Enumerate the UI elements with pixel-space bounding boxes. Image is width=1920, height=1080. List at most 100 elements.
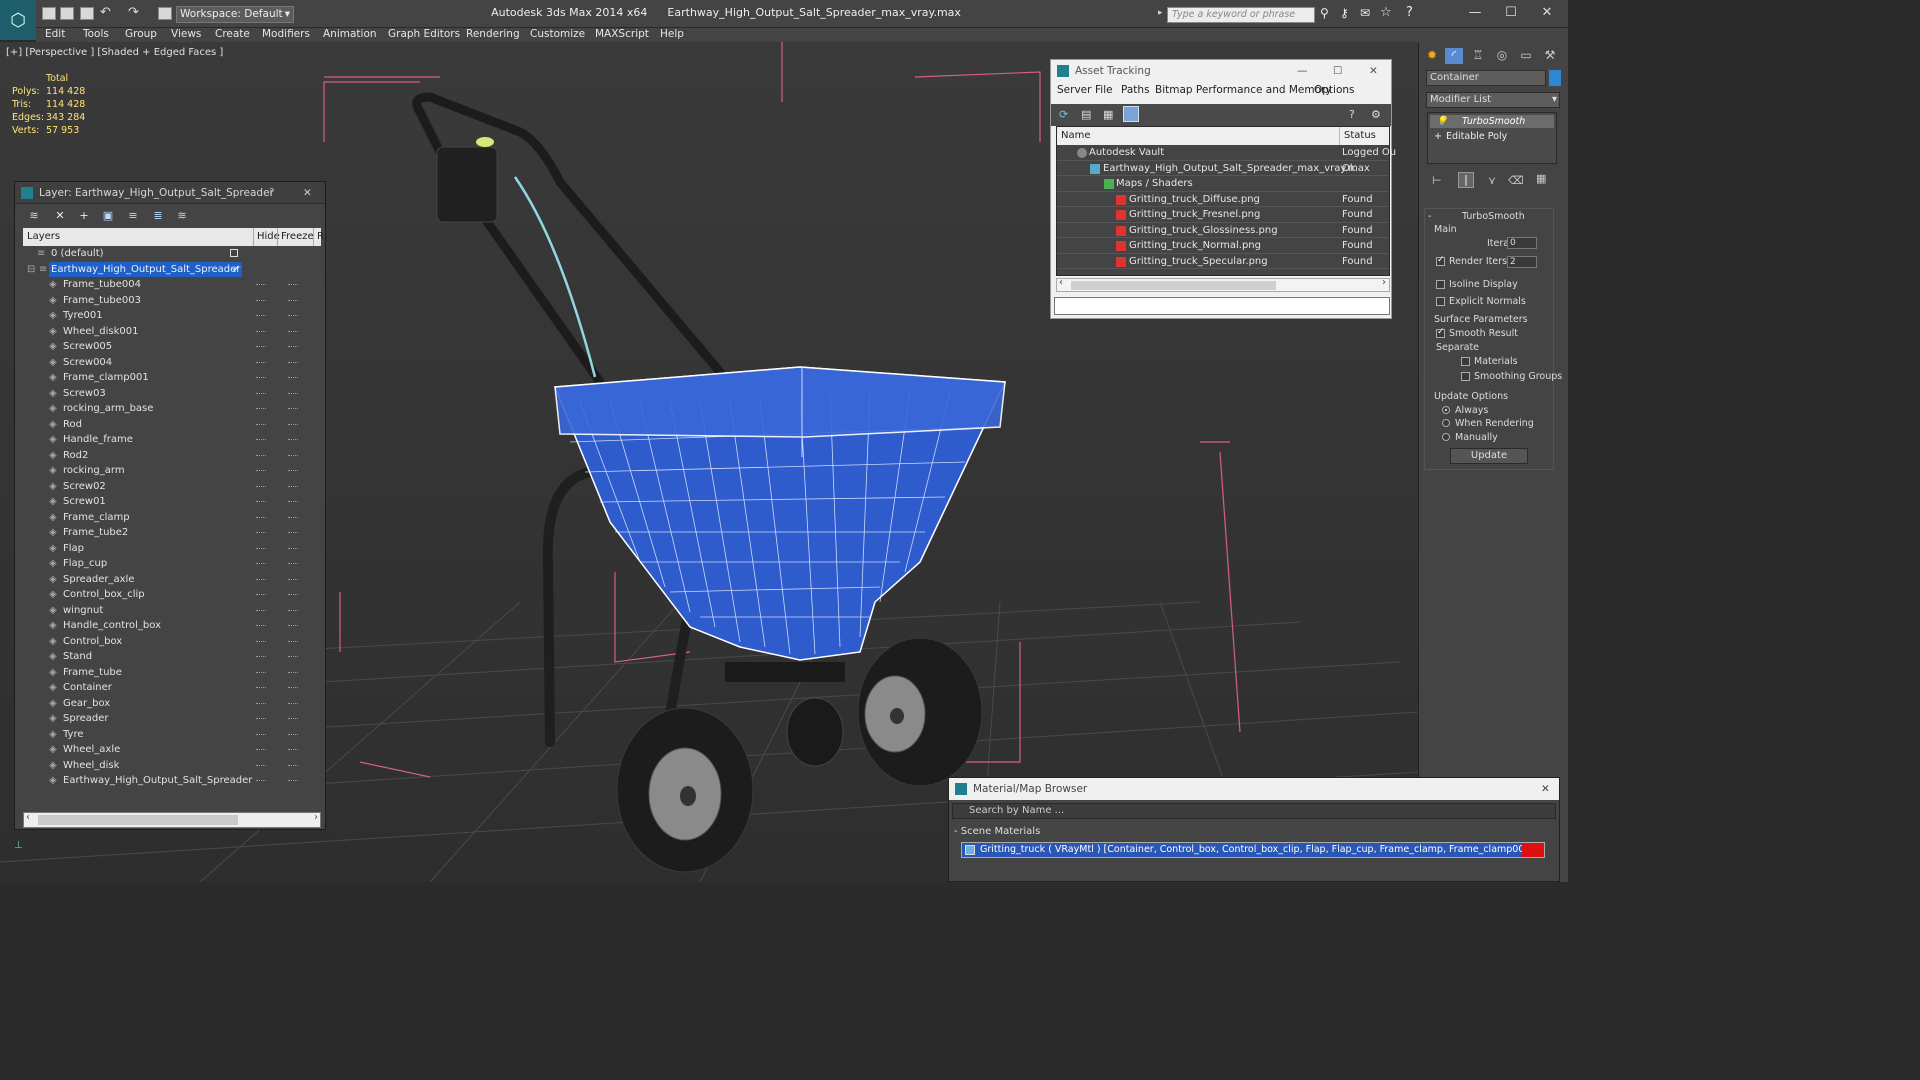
- layer-object-row[interactable]: ◈ Handle_control_box: [23, 618, 321, 634]
- smoothing-groups-checkbox[interactable]: [1461, 372, 1470, 381]
- layer-object-row[interactable]: ◈ Frame_tube003: [23, 293, 321, 309]
- modify-tab-icon[interactable]: ◜: [1445, 48, 1463, 64]
- layer-object-row[interactable]: ◈ Tyre001: [23, 308, 321, 324]
- freeze-toggle[interactable]: [288, 299, 298, 302]
- layers-icon[interactable]: ≋: [27, 210, 41, 222]
- asset-row-max-file[interactable]: Earthway_High_Output_Salt_Spreader_max_v…: [1057, 161, 1389, 176]
- layer-object-row[interactable]: ◈ Control_box_clip: [23, 587, 321, 603]
- freeze-toggle[interactable]: [288, 392, 298, 395]
- asset-row-map[interactable]: Gritting_truck_Fresnel.png Found: [1057, 207, 1389, 223]
- layer-object-row[interactable]: ◈ Wheel_disk001: [23, 324, 321, 340]
- freeze-toggle[interactable]: [288, 516, 298, 519]
- freeze-toggle[interactable]: [288, 315, 298, 317]
- hide-toggle[interactable]: [256, 687, 266, 689]
- layer-object-row[interactable]: ◈ Tyre: [23, 727, 321, 743]
- materials-checkbox[interactable]: [1461, 357, 1470, 366]
- checkmark-icon[interactable]: ✓: [230, 262, 242, 278]
- asset-row-map[interactable]: Gritting_truck_Normal.png Found: [1057, 238, 1389, 254]
- smooth-result-checkbox[interactable]: [1436, 327, 1445, 338]
- layer-horizontal-scrollbar[interactable]: ‹ ›: [23, 812, 321, 828]
- communication-icon[interactable]: ✉: [1360, 6, 1370, 20]
- motion-tab-icon[interactable]: ◎: [1493, 48, 1511, 64]
- asset-panel-titlebar[interactable]: Asset Tracking — ☐ ✕: [1051, 60, 1391, 82]
- hide-toggle[interactable]: [256, 392, 266, 395]
- modifier-list-dropdown[interactable]: Modifier List ▾: [1426, 92, 1560, 108]
- render-iters-spinner[interactable]: 2: [1507, 256, 1537, 268]
- hide-toggle[interactable]: [256, 330, 266, 333]
- material-item[interactable]: Gritting_truck ( VRayMtl ) [Container, C…: [961, 842, 1545, 858]
- hide-toggle[interactable]: [256, 563, 266, 565]
- layer-object-row[interactable]: ◈ Control_box: [23, 634, 321, 650]
- hide-toggle[interactable]: [256, 346, 266, 348]
- stack-item-turbosmooth[interactable]: 💡 TurboSmooth: [1430, 115, 1554, 128]
- freeze-toggle[interactable]: [288, 377, 298, 379]
- hierarchy-tab-icon[interactable]: ♖: [1469, 48, 1487, 64]
- asset-horizontal-scrollbar[interactable]: ‹ ›: [1056, 277, 1390, 292]
- make-unique-icon[interactable]: ⋎: [1488, 174, 1496, 187]
- scroll-left-icon[interactable]: ‹: [1059, 277, 1063, 288]
- hide-toggle[interactable]: [256, 764, 266, 767]
- menu-graph-editors[interactable]: Graph Editors: [388, 28, 460, 40]
- freeze-toggle[interactable]: [288, 330, 298, 333]
- hide-toggle[interactable]: [256, 749, 266, 751]
- object-name-field[interactable]: Container: [1426, 70, 1546, 86]
- hide-toggle[interactable]: [256, 656, 266, 658]
- hide-toggle[interactable]: [256, 284, 266, 286]
- layer-object-row[interactable]: ◈ Wheel_disk: [23, 758, 321, 774]
- asset-row-map[interactable]: Gritting_truck_Glossiness.png Found: [1057, 223, 1389, 238]
- expand-icon[interactable]: +: [1434, 130, 1442, 143]
- hide-toggle[interactable]: [256, 671, 266, 674]
- freeze-toggle[interactable]: [288, 501, 298, 503]
- show-end-result-icon[interactable]: |: [1458, 172, 1474, 188]
- freeze-toggle[interactable]: [288, 764, 298, 767]
- when-rendering-radio[interactable]: [1442, 419, 1450, 427]
- scroll-right-icon[interactable]: ›: [314, 812, 318, 823]
- menu-bitmap-performance[interactable]: Bitmap Performance and Memory: [1155, 84, 1332, 96]
- col-render[interactable]: R: [313, 228, 324, 246]
- new-layer-icon[interactable]: +: [77, 210, 91, 222]
- layer-panel-titlebar[interactable]: Layer: Earthway_High_Output_Salt_Spreade…: [15, 182, 325, 204]
- layer-object-row[interactable]: ◈ Frame_clamp: [23, 510, 321, 526]
- hide-toggle[interactable]: [256, 702, 266, 705]
- layer-object-row[interactable]: ◈ Earthway_High_Output_Salt_Spreader: [23, 773, 321, 789]
- freeze-toggle[interactable]: [288, 470, 298, 472]
- scene-materials-group[interactable]: - Scene Materials: [954, 826, 1554, 840]
- layer-object-row[interactable]: ◈ Container: [23, 680, 321, 696]
- hide-toggle[interactable]: [256, 594, 266, 596]
- hide-toggle[interactable]: [256, 361, 266, 364]
- asset-row-vault[interactable]: Autodesk Vault Logged Ou: [1057, 145, 1396, 161]
- help-icon[interactable]: ?: [1349, 108, 1355, 121]
- col-name[interactable]: Name: [1061, 127, 1091, 145]
- freeze-toggle[interactable]: [288, 718, 298, 720]
- favorites-icon[interactable]: ☆: [1380, 5, 1392, 20]
- refresh-icon[interactable]: ⟳: [1059, 108, 1068, 121]
- help-icon[interactable]: ?: [269, 182, 275, 204]
- close-icon[interactable]: ✕: [1369, 60, 1378, 82]
- layer-object-row[interactable]: ◈ Gear_box: [23, 696, 321, 712]
- stack-item-editable-poly[interactable]: + Editable Poly: [1430, 130, 1554, 143]
- freeze-toggle[interactable]: [288, 780, 298, 782]
- layer-object-row[interactable]: ◈ Spreader: [23, 711, 321, 727]
- layer-object-row[interactable]: ◈ Frame_clamp001: [23, 370, 321, 386]
- list-view-icon[interactable]: ▤: [1081, 108, 1091, 121]
- freeze-toggle[interactable]: [288, 578, 298, 581]
- minimize-button[interactable]: —: [1460, 3, 1490, 23]
- menu-views[interactable]: Views: [171, 28, 201, 40]
- layer-row-active[interactable]: ⊟ ≡ Earthway_High_Output_Salt_Spreader ✓: [23, 261, 321, 278]
- menu-group[interactable]: Group: [125, 28, 157, 40]
- hide-toggle[interactable]: [256, 501, 266, 503]
- context-help-icon[interactable]: ⚙: [1371, 108, 1381, 121]
- hide-toggle[interactable]: [256, 299, 266, 302]
- binoculars-icon[interactable]: ⚲: [1320, 6, 1329, 20]
- menu-file[interactable]: File: [1095, 84, 1113, 96]
- freeze-toggle[interactable]: [288, 284, 298, 286]
- scroll-right-icon[interactable]: ›: [1382, 277, 1386, 288]
- hide-toggle[interactable]: [256, 733, 266, 736]
- lightbulb-icon[interactable]: 💡: [1436, 115, 1448, 128]
- freeze-toggle[interactable]: [288, 594, 298, 596]
- iterations-spinner[interactable]: 0: [1507, 237, 1537, 249]
- hide-toggle[interactable]: [256, 423, 266, 426]
- search-arrow-icon[interactable]: ▸: [1158, 8, 1163, 18]
- asset-row-map[interactable]: Gritting_truck_Diffuse.png Found: [1057, 192, 1389, 207]
- layer-object-row[interactable]: ◈ Screw02: [23, 479, 321, 495]
